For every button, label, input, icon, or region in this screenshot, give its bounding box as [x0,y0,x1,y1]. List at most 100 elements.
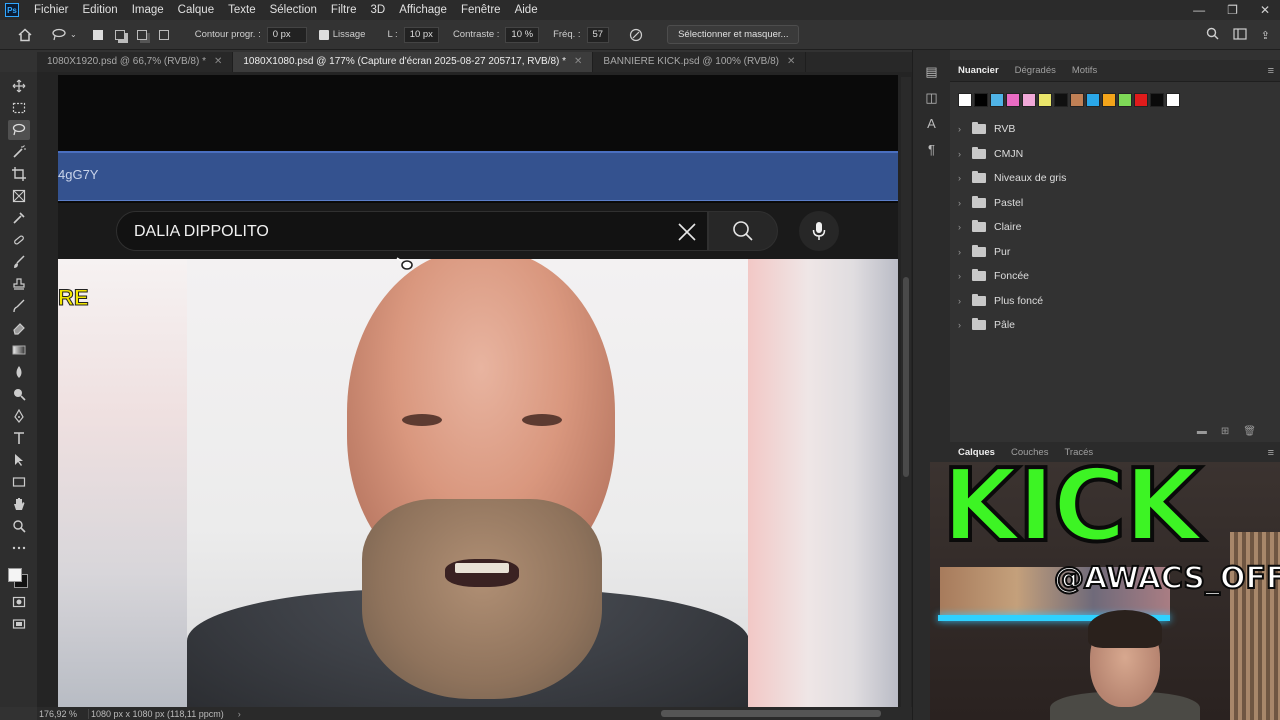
color-swatch[interactable] [1038,93,1052,107]
workspace-icon[interactable] [1233,27,1247,43]
pen-pressure-icon[interactable] [625,24,647,46]
frame-tool-icon[interactable] [8,186,30,206]
chevron-down-icon[interactable]: ⌄ [70,30,77,39]
folder-claire[interactable]: › Claire [950,215,1280,240]
clone-stamp-tool-icon[interactable] [8,274,30,294]
close-button[interactable]: ✕ [1260,3,1270,17]
color-swatch[interactable] [1150,93,1164,107]
path-selection-tool-icon[interactable] [8,450,30,470]
add-selection-icon[interactable] [109,24,131,46]
marquee-tool-icon[interactable] [8,98,30,118]
tab-1080x1920[interactable]: 1080X1920.psd @ 66,7% (RVB/8) * ✕ [37,52,234,72]
dodge-tool-icon[interactable] [8,384,30,404]
foreground-color-swatch[interactable] [7,568,22,582]
chevron-right-icon[interactable]: › [958,320,968,330]
screen-mode-icon[interactable] [8,614,30,634]
chevron-right-icon[interactable]: › [958,149,968,159]
lasso-tool-icon[interactable] [7,120,30,140]
menu-affichage[interactable]: Affichage [392,0,454,20]
menu-selection[interactable]: Sélection [263,0,324,20]
crop-tool-icon[interactable] [8,164,30,184]
tab-motifs[interactable]: Motifs [1064,60,1105,82]
character-panel-icon[interactable]: A [924,116,940,132]
chevron-right-icon[interactable]: › [958,247,968,257]
menu-fenetre[interactable]: Fenêtre [454,0,508,20]
color-swatch[interactable] [1086,93,1100,107]
chevron-right-icon[interactable]: › [958,173,968,183]
new-selection-icon[interactable] [87,24,109,46]
close-tab-icon[interactable]: ✕ [574,52,582,72]
blur-tool-icon[interactable] [8,362,30,382]
close-tab-icon[interactable]: ✕ [214,52,222,72]
width-input[interactable]: 10 px [403,26,439,43]
folder-pale[interactable]: › Pâle [950,313,1280,338]
menu-aide[interactable]: Aide [508,0,545,20]
folder-foncee[interactable]: › Foncée [950,264,1280,289]
color-swatch[interactable] [974,93,988,107]
tab-couches[interactable]: Couches [1003,442,1057,464]
contrast-input[interactable]: 10 % [505,26,540,43]
menu-texte[interactable]: Texte [221,0,263,20]
tab-nuancier[interactable]: Nuancier [950,60,1007,82]
tab-banniere-kick[interactable]: BANNIERE KICK.psd @ 100% (RVB/8) ✕ [593,52,807,72]
tab-1080x1080[interactable]: 1080X1080.psd @ 177% (Capture d'écran 20… [233,52,594,72]
new-swatch-icon[interactable]: ⊞ [1221,426,1229,440]
horizontal-scrollbar[interactable] [241,707,912,720]
zoom-tool-icon[interactable] [8,516,30,536]
chevron-right-icon[interactable]: › [958,222,968,232]
panel-menu-icon[interactable]: ≡ [1268,65,1274,77]
type-tool-icon[interactable] [8,428,30,448]
folder-pur[interactable]: › Pur [950,240,1280,265]
horizontal-scroll-thumb[interactable] [660,710,881,717]
gradient-tool-icon[interactable] [8,340,30,360]
color-swatch[interactable] [1166,93,1180,107]
close-tab-icon[interactable]: ✕ [787,52,795,72]
color-swatch[interactable] [990,93,1004,107]
share-icon[interactable]: ⇪ [1261,29,1270,42]
move-tool-icon[interactable] [8,76,30,96]
folder-pastel[interactable]: › Pastel [950,191,1280,216]
folder-plus-fonce[interactable]: › Plus foncé [950,289,1280,314]
restore-button[interactable]: ❐ [1227,3,1238,17]
chevron-right-icon[interactable]: › [958,124,968,134]
panel-menu-icon[interactable]: ≡ [1268,447,1274,459]
scrollbar-thumb[interactable] [903,277,909,477]
color-swatch[interactable] [958,93,972,107]
chevron-right-icon[interactable]: › [958,271,968,281]
healing-brush-tool-icon[interactable] [8,230,30,250]
color-swatch[interactable] [1134,93,1148,107]
folder-cmjn[interactable]: › CMJN [950,142,1280,167]
canvas-area[interactable]: 4gG7Y DALIA DIPPOLITO RE [37,72,912,707]
color-swatch[interactable] [1118,93,1132,107]
new-group-icon[interactable]: ▬ [1197,426,1207,440]
brush-tool-icon[interactable] [8,252,30,272]
folder-rvb[interactable]: › RVB [950,117,1280,142]
menu-calque[interactable]: Calque [171,0,221,20]
intersect-selection-icon[interactable] [153,24,175,46]
history-panel-icon[interactable]: ▤ [924,64,940,80]
magnetic-lasso-tool-icon[interactable] [48,24,70,46]
history-brush-tool-icon[interactable] [8,296,30,316]
color-swatch[interactable] [1006,93,1020,107]
magic-wand-tool-icon[interactable] [8,142,30,162]
quick-mask-icon[interactable] [8,592,30,612]
home-icon[interactable] [14,24,36,46]
subtract-selection-icon[interactable] [131,24,153,46]
frequency-input[interactable]: 57 [586,26,610,43]
rectangle-tool-icon[interactable] [8,472,30,492]
pen-tool-icon[interactable] [8,406,30,426]
lissage-checkbox[interactable] [318,29,329,40]
menu-edition[interactable]: Edition [76,0,125,20]
menu-3d[interactable]: 3D [363,0,392,20]
document-canvas[interactable]: 4gG7Y DALIA DIPPOLITO RE [58,75,898,707]
color-swatch[interactable] [1022,93,1036,107]
zoom-level[interactable]: 176,92 % [37,708,89,719]
tab-calques[interactable]: Calques [950,442,1003,464]
eraser-tool-icon[interactable] [8,318,30,338]
tab-degrades[interactable]: Dégradés [1007,60,1064,82]
more-tools-icon[interactable] [8,538,30,558]
vertical-scrollbar[interactable] [901,77,911,707]
menu-fichier[interactable]: Fichier [27,0,76,20]
eyedropper-tool-icon[interactable] [8,208,30,228]
delete-icon[interactable]: 🗑 [1243,426,1256,440]
